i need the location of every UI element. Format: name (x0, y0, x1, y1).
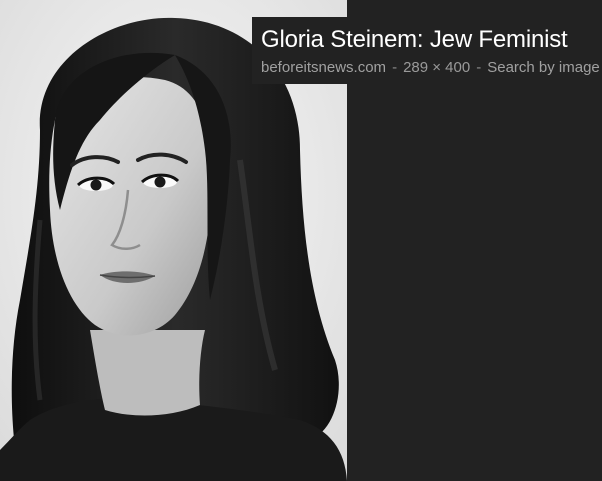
image-title[interactable]: Gloria Steinem: Jew Feminist (261, 26, 568, 54)
image-dimensions: 289 × 400 (403, 59, 471, 76)
image-meta-line: beforeitsnews.com -289 × 400- Search by im… (261, 59, 600, 76)
image-info-panel: Gloria Steinem: Jew Feminist beforeitsne… (252, 17, 602, 84)
meta-separator: - (476, 59, 482, 76)
search-by-image-link[interactable]: Search by image (487, 59, 600, 76)
source-domain-link[interactable]: beforeitsnews.com (261, 59, 386, 76)
meta-separator: - (392, 59, 398, 76)
image-preview-panel: Gloria Steinem: Jew Feminist beforeitsne… (0, 0, 602, 481)
